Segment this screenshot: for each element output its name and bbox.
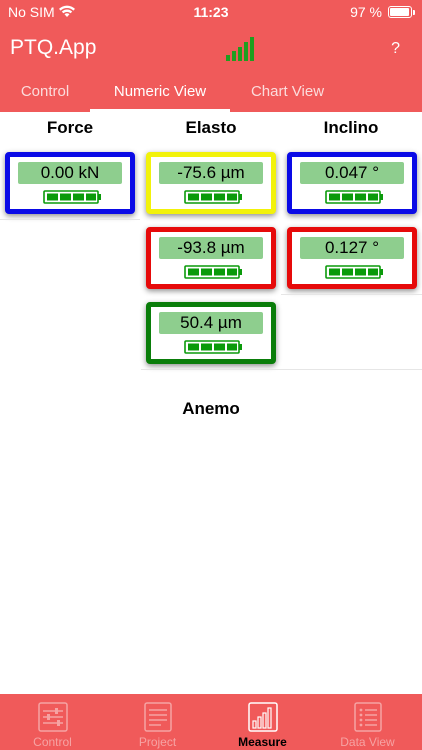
sensor-value: 0.00 kN (18, 162, 122, 184)
sensor-card-elasto-2[interactable]: -93.8 µm (146, 227, 276, 289)
tab-chart-view[interactable]: Chart View (230, 76, 345, 112)
column-title-elasto: Elasto (185, 118, 237, 137)
sensor-value: 0.047 ° (300, 162, 404, 184)
nav-bar: PTQ.App ? (0, 24, 422, 76)
battery-icon (388, 6, 415, 18)
battery-level-icon (184, 265, 242, 279)
divider (281, 294, 422, 295)
column-title-inclino: Inclino (323, 118, 379, 137)
help-button[interactable]: ? (391, 40, 400, 58)
section-title-anemo: Anemo (182, 399, 240, 418)
battery-percent: 97 % (350, 4, 382, 20)
tab-numeric-view[interactable]: Numeric View (90, 76, 230, 112)
tabbar-label: Data View (340, 735, 395, 749)
sensor-value: -75.6 µm (159, 162, 263, 184)
tab-control[interactable]: Control (0, 76, 90, 112)
sensor-card-force-1[interactable]: 0.00 kN (5, 152, 135, 214)
battery-level-icon (184, 340, 242, 354)
tab-bar: Control Project Measure Data View (0, 694, 422, 750)
sensor-card-inclino-2[interactable]: 0.127 ° (287, 227, 417, 289)
divider (141, 369, 281, 370)
list-icon (354, 702, 382, 732)
column-title-force: Force (46, 118, 94, 137)
battery-level-icon (325, 265, 383, 279)
sensor-value: 50.4 µm (159, 312, 263, 334)
tabbar-label: Project (138, 735, 177, 749)
sensor-card-inclino-1[interactable]: 0.047 ° (287, 152, 417, 214)
battery-level-icon (43, 190, 101, 204)
sensor-card-elasto-3[interactable]: 50.4 µm (146, 302, 276, 364)
sliders-icon (38, 702, 68, 732)
sensor-value: 0.127 ° (300, 237, 404, 259)
battery-level-icon (325, 190, 383, 204)
tabbar-item-measure[interactable]: Measure (210, 694, 315, 750)
sensor-card-elasto-1[interactable]: -75.6 µm (146, 152, 276, 214)
bar-chart-icon (248, 702, 278, 732)
battery-level-icon (184, 190, 242, 204)
tabbar-label: Control (33, 735, 72, 749)
status-bar: No SIM 11:23 97 % (0, 0, 422, 24)
document-icon (144, 702, 172, 732)
divider (0, 219, 140, 220)
tabbar-item-control[interactable]: Control (0, 694, 105, 750)
tabbar-item-data-view[interactable]: Data View (315, 694, 420, 750)
tabbar-label: Measure (238, 735, 287, 749)
tabbar-item-project[interactable]: Project (105, 694, 210, 750)
view-tabs: Control Numeric View Chart View (0, 76, 422, 112)
signal-bars-icon (226, 37, 254, 61)
app-title: PTQ.App (10, 36, 97, 59)
divider (281, 369, 422, 370)
sensor-value: -93.8 µm (159, 237, 263, 259)
